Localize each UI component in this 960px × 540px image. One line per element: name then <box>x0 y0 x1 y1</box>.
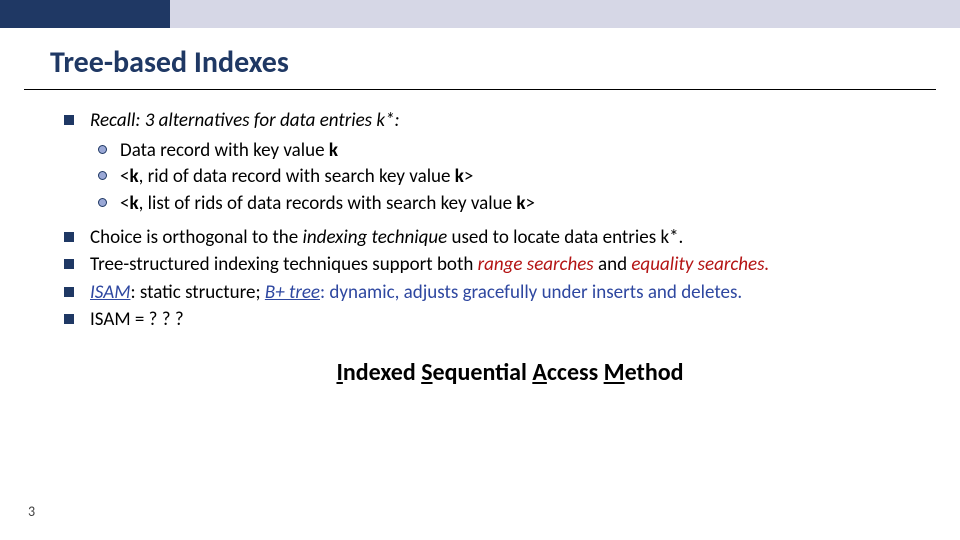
header-dark-block <box>0 0 170 28</box>
b3-post: . <box>765 253 770 276</box>
bullet-recall-kstar: k* <box>376 109 394 132</box>
b2-post: used to locate data entries k*. <box>447 226 683 249</box>
b4-mid2: : dynamic, adjusts gracefully under inse… <box>320 281 742 304</box>
b3-pre: Tree-structured indexing techniques supp… <box>90 253 478 276</box>
page-number: 3 <box>28 503 35 520</box>
b2-em: indexing technique <box>303 226 448 249</box>
s2-mid: , rid of data record with search key val… <box>139 165 455 188</box>
s2-k1: k <box>129 165 138 188</box>
isam-ndexed: ndexed <box>343 358 421 387</box>
isam-ethod: ethod <box>625 358 684 387</box>
slide-title: Tree-based Indexes <box>50 46 960 79</box>
s3-k1: k <box>129 192 138 215</box>
b4-mid1: : static structure; <box>131 281 265 304</box>
b4-isam: ISAM <box>90 281 131 304</box>
bullet-tree-structured: Tree-structured indexing techniques supp… <box>90 252 930 278</box>
bullet-choice: Choice is orthogonal to the indexing tec… <box>90 225 930 251</box>
b5-text: ISAM = ? ? ? <box>90 308 184 331</box>
slide-body: Recall: 3 alternatives for data entries … <box>0 90 960 390</box>
b3-equality: equality searches <box>631 253 764 276</box>
s3-mid: , list of rids of data records with sear… <box>139 192 517 215</box>
s2-k2: k <box>455 165 464 188</box>
b2-pre: Choice is orthogonal to the <box>90 226 303 249</box>
sub-bullet-1: Data record with key value k <box>120 138 930 164</box>
isam-S: S <box>421 358 432 387</box>
title-area: Tree-based Indexes <box>0 28 960 83</box>
bullet-recall-colon: : <box>394 109 399 132</box>
header-stripe <box>0 0 960 28</box>
s1-k: k <box>329 139 338 162</box>
sub-bullet-3: <k, list of rids of data records with se… <box>120 191 930 217</box>
s2-post: > <box>464 165 473 188</box>
s1-text: Data record with key value <box>120 139 329 162</box>
sub-bullet-list: Data record with key value k <k, rid of … <box>120 138 930 217</box>
b3-mid: and <box>594 253 632 276</box>
bullet-isam-question: ISAM = ? ? ? <box>90 307 930 333</box>
s3-post: > <box>525 192 534 215</box>
bullet-recall: Recall: 3 alternatives for data entries … <box>90 108 930 134</box>
isam-A: A <box>532 358 547 387</box>
isam-ccess: ccess <box>547 358 604 387</box>
isam-M: M <box>604 358 625 387</box>
bullet-recall-text: Recall: 3 alternatives for data entries <box>90 109 376 132</box>
sub-bullet-2: <k, rid of data record with search key v… <box>120 164 930 190</box>
header-light-block <box>170 0 960 28</box>
isam-expansion: Indexed Sequential Access Method <box>90 357 930 389</box>
b4-bptree: B+ tree <box>265 281 320 304</box>
isam-equential: equential <box>433 358 533 387</box>
bullet-isam-bptree: ISAM: static structure; B+ tree: dynamic… <box>90 280 930 306</box>
b3-range: range searches <box>478 253 594 276</box>
